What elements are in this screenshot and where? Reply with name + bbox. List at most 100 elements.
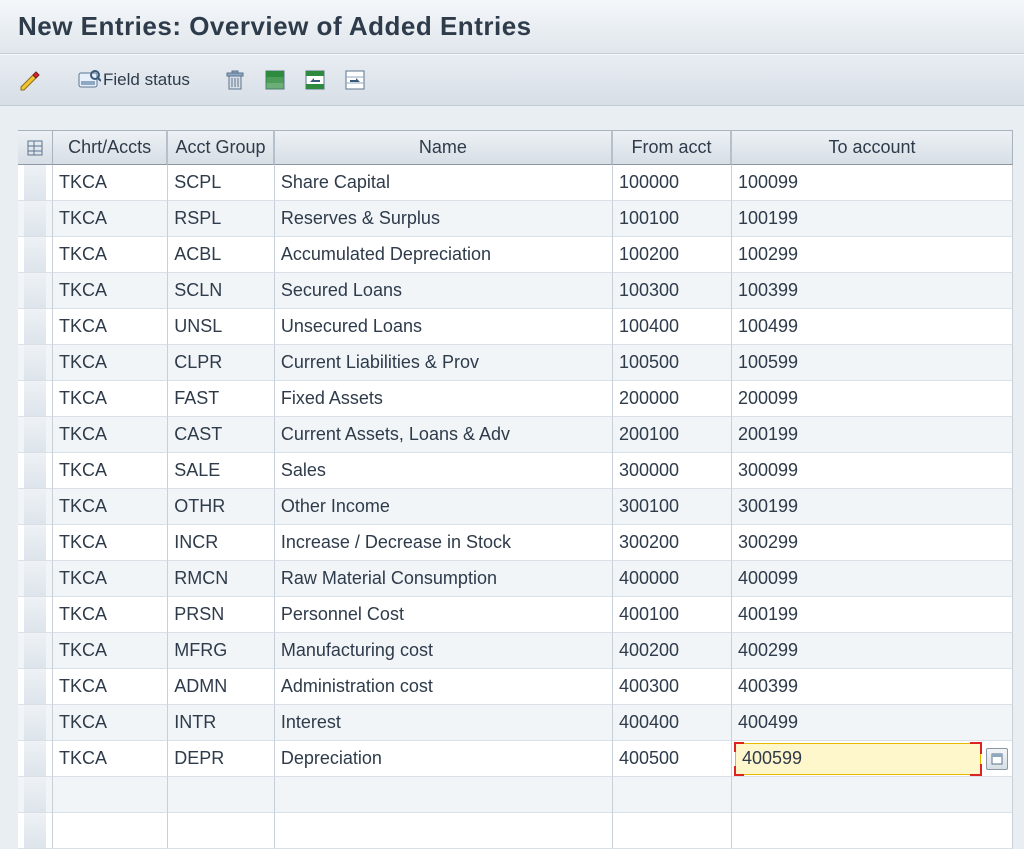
cell-name[interactable]: Current Liabilities & Prov — [275, 345, 613, 381]
cell-to[interactable]: 400299 — [732, 633, 1013, 669]
cell-name[interactable]: Current Assets, Loans & Adv — [275, 417, 613, 453]
cell-group[interactable]: SCLN — [168, 273, 275, 309]
select-all-button[interactable] — [259, 65, 291, 95]
row-selector[interactable] — [18, 705, 53, 741]
cell-chrt[interactable]: TKCA — [53, 561, 168, 597]
cell-from[interactable]: 100400 — [613, 309, 732, 345]
col-header-to[interactable]: To account — [732, 130, 1013, 165]
row-selector[interactable] — [18, 741, 53, 777]
cell-group[interactable]: INCR — [168, 525, 275, 561]
row-selector[interactable] — [18, 165, 53, 201]
cell-from[interactable]: 100000 — [613, 165, 732, 201]
row-selector[interactable] — [18, 561, 53, 597]
cell-name[interactable]: Fixed Assets — [275, 381, 613, 417]
cell-to[interactable]: 100499 — [732, 309, 1013, 345]
row-selector[interactable] — [18, 453, 53, 489]
row-selector[interactable] — [18, 309, 53, 345]
cell-chrt[interactable]: TKCA — [53, 201, 168, 237]
cell-chrt[interactable]: TKCA — [53, 273, 168, 309]
cell-from[interactable]: 200000 — [613, 381, 732, 417]
cell-chrt[interactable]: TKCA — [53, 309, 168, 345]
cell-name[interactable]: Sales — [275, 453, 613, 489]
cell-from[interactable]: 300100 — [613, 489, 732, 525]
row-selector[interactable] — [18, 777, 53, 813]
cell-chrt[interactable]: TKCA — [53, 237, 168, 273]
row-selector[interactable] — [18, 633, 53, 669]
cell-empty[interactable] — [53, 777, 168, 813]
cell-from[interactable]: 300200 — [613, 525, 732, 561]
cell-empty[interactable] — [53, 813, 168, 849]
field-status-button[interactable]: Field status — [72, 65, 197, 95]
cell-chrt[interactable]: TKCA — [53, 705, 168, 741]
cell-group[interactable]: ACBL — [168, 237, 275, 273]
cell-empty[interactable] — [732, 813, 1013, 849]
cell-to[interactable]: 100599 — [732, 345, 1013, 381]
col-header-from[interactable]: From acct — [613, 130, 732, 165]
cell-name[interactable]: Unsecured Loans — [275, 309, 613, 345]
col-header-group[interactable]: Acct Group — [168, 130, 275, 165]
cell-empty[interactable] — [168, 813, 275, 849]
cell-name[interactable]: Increase / Decrease in Stock — [275, 525, 613, 561]
cell-from[interactable]: 400300 — [613, 669, 732, 705]
cell-from[interactable]: 100500 — [613, 345, 732, 381]
cell-group[interactable]: PRSN — [168, 597, 275, 633]
value-help-button[interactable] — [986, 748, 1008, 770]
cell-group[interactable]: RSPL — [168, 201, 275, 237]
cell-from[interactable]: 400400 — [613, 705, 732, 741]
row-selector[interactable] — [18, 597, 53, 633]
cell-empty[interactable] — [275, 813, 613, 849]
cell-to[interactable]: 100199 — [732, 201, 1013, 237]
cell-group[interactable]: MFRG — [168, 633, 275, 669]
table-config-button[interactable] — [18, 130, 53, 165]
cell-to[interactable]: 200099 — [732, 381, 1013, 417]
cell-chrt[interactable]: TKCA — [53, 597, 168, 633]
cell-empty[interactable] — [613, 813, 732, 849]
cell-chrt[interactable]: TKCA — [53, 453, 168, 489]
cell-group[interactable]: RMCN — [168, 561, 275, 597]
row-selector[interactable] — [18, 525, 53, 561]
cell-chrt[interactable]: TKCA — [53, 525, 168, 561]
cell-name[interactable]: Manufacturing cost — [275, 633, 613, 669]
row-selector[interactable] — [18, 489, 53, 525]
select-block-button[interactable] — [299, 65, 331, 95]
cell-name[interactable]: Reserves & Surplus — [275, 201, 613, 237]
cell-group[interactable]: OTHR — [168, 489, 275, 525]
cell-chrt[interactable]: TKCA — [53, 669, 168, 705]
cell-chrt[interactable]: TKCA — [53, 381, 168, 417]
col-header-name[interactable]: Name — [275, 130, 613, 165]
cell-to[interactable]: 400099 — [732, 561, 1013, 597]
row-selector[interactable] — [18, 669, 53, 705]
col-header-chrt[interactable]: Chrt/Accts — [53, 130, 168, 165]
deselect-all-button[interactable] — [339, 65, 371, 95]
cell-from[interactable]: 100300 — [613, 273, 732, 309]
row-selector[interactable] — [18, 417, 53, 453]
cell-name[interactable]: Depreciation — [275, 741, 613, 777]
cell-group[interactable]: UNSL — [168, 309, 275, 345]
to-account-input[interactable] — [736, 744, 980, 774]
cell-to[interactable]: 100099 — [732, 165, 1013, 201]
cell-empty[interactable] — [613, 777, 732, 813]
cell-from[interactable]: 100200 — [613, 237, 732, 273]
cell-chrt[interactable]: TKCA — [53, 417, 168, 453]
row-selector[interactable] — [18, 273, 53, 309]
row-selector[interactable] — [18, 201, 53, 237]
cell-to[interactable]: 400199 — [732, 597, 1013, 633]
cell-chrt[interactable]: TKCA — [53, 489, 168, 525]
cell-chrt[interactable]: TKCA — [53, 165, 168, 201]
cell-group[interactable]: DEPR — [168, 741, 275, 777]
cell-to[interactable]: 200199 — [732, 417, 1013, 453]
cell-to[interactable] — [732, 741, 1013, 777]
cell-from[interactable]: 300000 — [613, 453, 732, 489]
cell-chrt[interactable]: TKCA — [53, 345, 168, 381]
row-selector[interactable] — [18, 381, 53, 417]
row-selector[interactable] — [18, 813, 53, 849]
cell-to[interactable]: 400399 — [732, 669, 1013, 705]
cell-name[interactable]: Secured Loans — [275, 273, 613, 309]
cell-chrt[interactable]: TKCA — [53, 741, 168, 777]
cell-to[interactable]: 100399 — [732, 273, 1013, 309]
cell-group[interactable]: SCPL — [168, 165, 275, 201]
cell-name[interactable]: Interest — [275, 705, 613, 741]
cell-from[interactable]: 100100 — [613, 201, 732, 237]
cell-group[interactable]: INTR — [168, 705, 275, 741]
cell-group[interactable]: FAST — [168, 381, 275, 417]
